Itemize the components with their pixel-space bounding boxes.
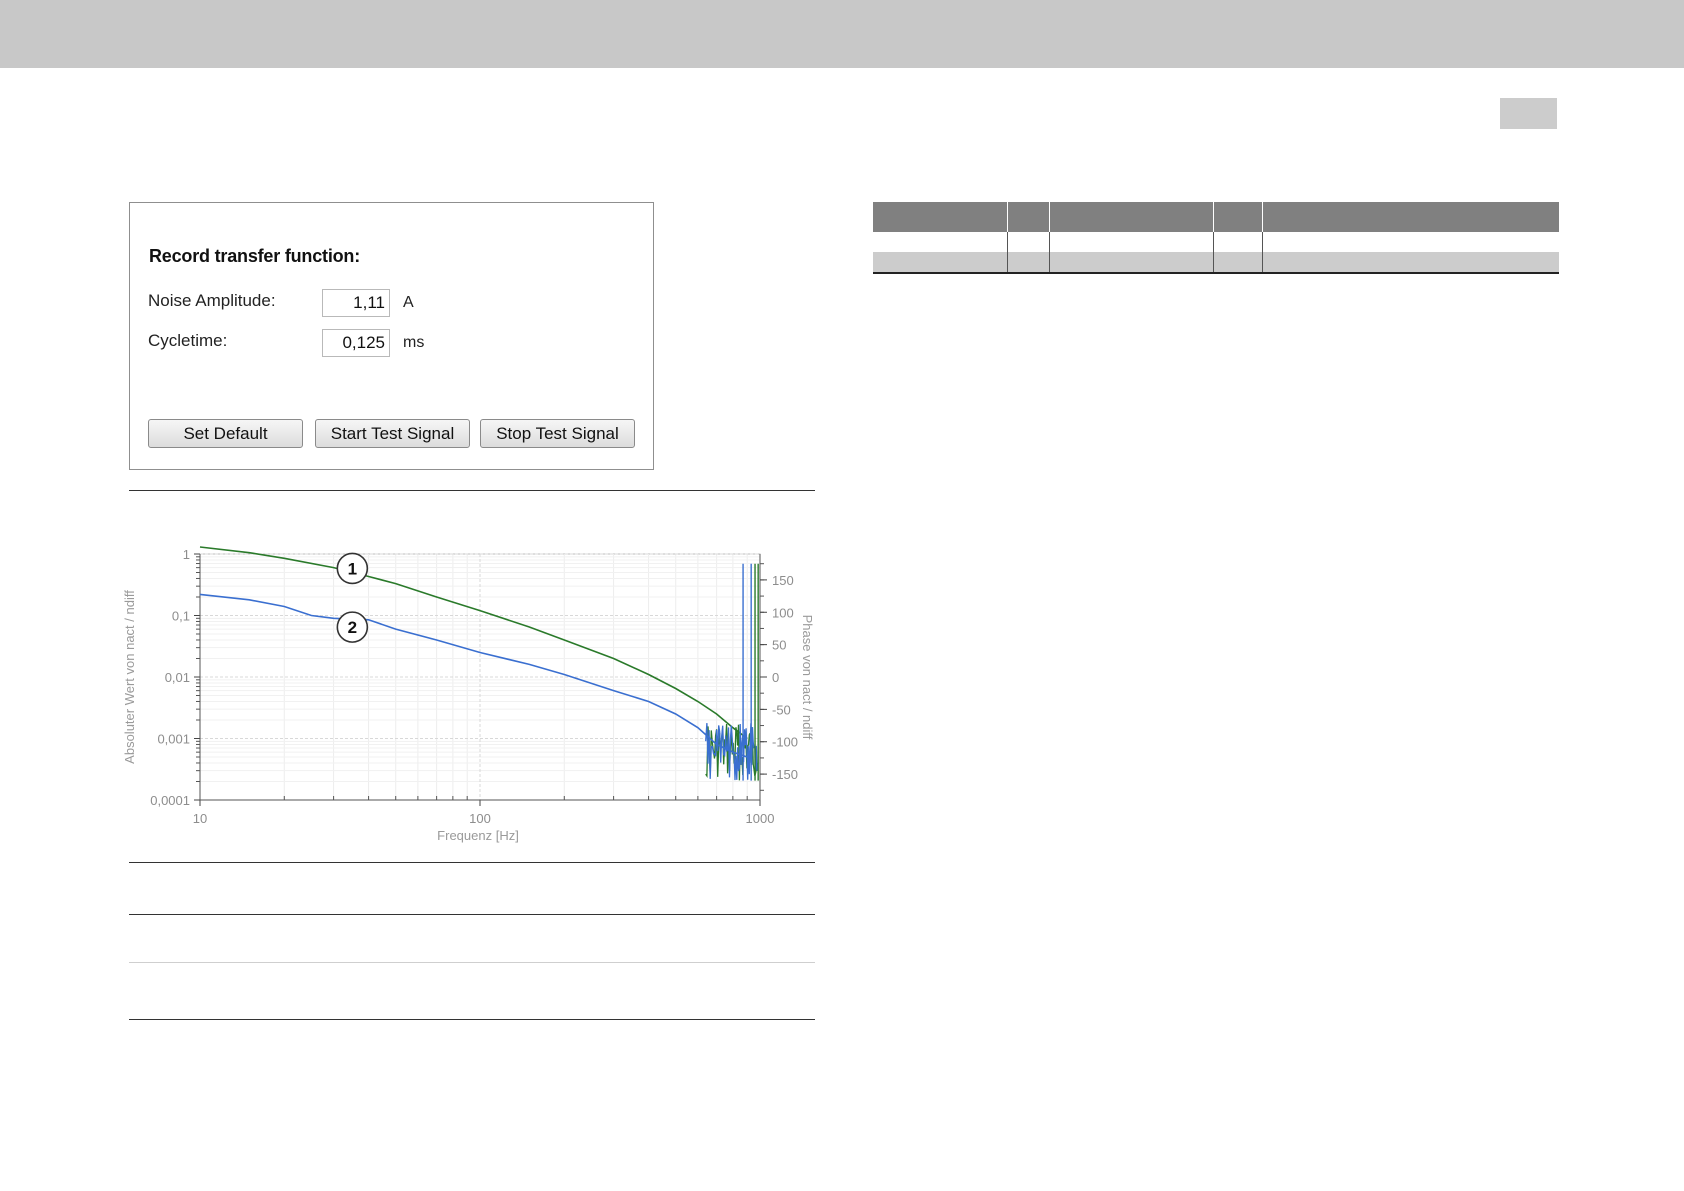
y2-tick-label: -100: [772, 735, 798, 750]
y-axis-label: Absoluter Wert von nact / ndiff: [122, 590, 137, 764]
y2-axis-label: Phase von nact / ndiff: [800, 615, 815, 740]
table-header-cell: [1261, 202, 1559, 232]
data-table: [873, 202, 1559, 274]
table-row: [873, 252, 1559, 274]
x-tick-label: 100: [469, 811, 491, 826]
table-cell: [1212, 252, 1262, 274]
stop-test-signal-button[interactable]: Stop Test Signal: [480, 419, 635, 448]
noise-amplitude-unit: A: [403, 294, 414, 311]
table-cell: [1212, 232, 1262, 252]
table-header-cell: [1048, 202, 1213, 232]
x-axis-label: Frequenz [Hz]: [437, 828, 519, 843]
table-cell: [1048, 252, 1213, 274]
panel-title: Record transfer function:: [149, 246, 361, 266]
y2-tick-label: 150: [772, 573, 794, 588]
x-tick-label: 1000: [746, 811, 775, 826]
cycletime-input[interactable]: [322, 329, 390, 357]
y-tick-label: 1: [183, 547, 190, 562]
y-tick-label: 0,01: [165, 670, 190, 685]
divider-rule: [129, 862, 815, 863]
y-tick-label: 0,0001: [150, 793, 190, 808]
grid: [199, 553, 761, 801]
table-row: [873, 232, 1559, 252]
table-header-cell: [1006, 202, 1049, 232]
divider-rule: [129, 914, 815, 915]
table-cell: [1006, 252, 1049, 274]
x-tick-label: 10: [193, 811, 207, 826]
y2-tick-label: -150: [772, 767, 798, 782]
table-header-cell: [873, 202, 1007, 232]
cycletime-unit: ms: [403, 334, 425, 351]
y2-tick-label: 50: [772, 638, 786, 653]
y2-tick-label: 100: [772, 605, 794, 620]
set-default-button[interactable]: Set Default: [148, 419, 303, 448]
series-marker-label: 2: [348, 618, 357, 637]
y-tick-label: 0,001: [157, 732, 190, 747]
series-marker-label: 1: [348, 559, 357, 578]
divider-rule: [129, 1019, 815, 1020]
start-test-signal-button[interactable]: Start Test Signal: [315, 419, 470, 448]
header-band: [0, 0, 1684, 68]
table-cell: [1261, 252, 1559, 274]
y2-tick-label: 0: [772, 670, 779, 685]
table-cell: [1261, 232, 1559, 252]
table-cell: [1006, 232, 1049, 252]
divider-rule: [129, 490, 815, 491]
divider-rule-light: [129, 962, 815, 963]
noise-amplitude-label: Noise Amplitude:: [148, 291, 276, 310]
table-header-cell: [1212, 202, 1262, 232]
transfer-function-chart: 10 100 1000 1 0,1 0,01 0,001 0,0001 150 100 50 0 -50…: [122, 546, 815, 843]
table-cell: [873, 252, 1007, 274]
table-header-row: [873, 202, 1559, 232]
y-tick-label: 0,1: [172, 609, 190, 624]
table-cell: [1048, 232, 1213, 252]
cycletime-label: Cycletime:: [148, 331, 228, 350]
page-tab-marker: [1500, 98, 1557, 129]
y2-tick-label: -50: [772, 702, 791, 717]
table-cell: [873, 232, 1007, 252]
record-transfer-function-panel: Record transfer function: Noise Amplitud…: [129, 202, 654, 470]
noise-amplitude-input[interactable]: [322, 289, 390, 317]
